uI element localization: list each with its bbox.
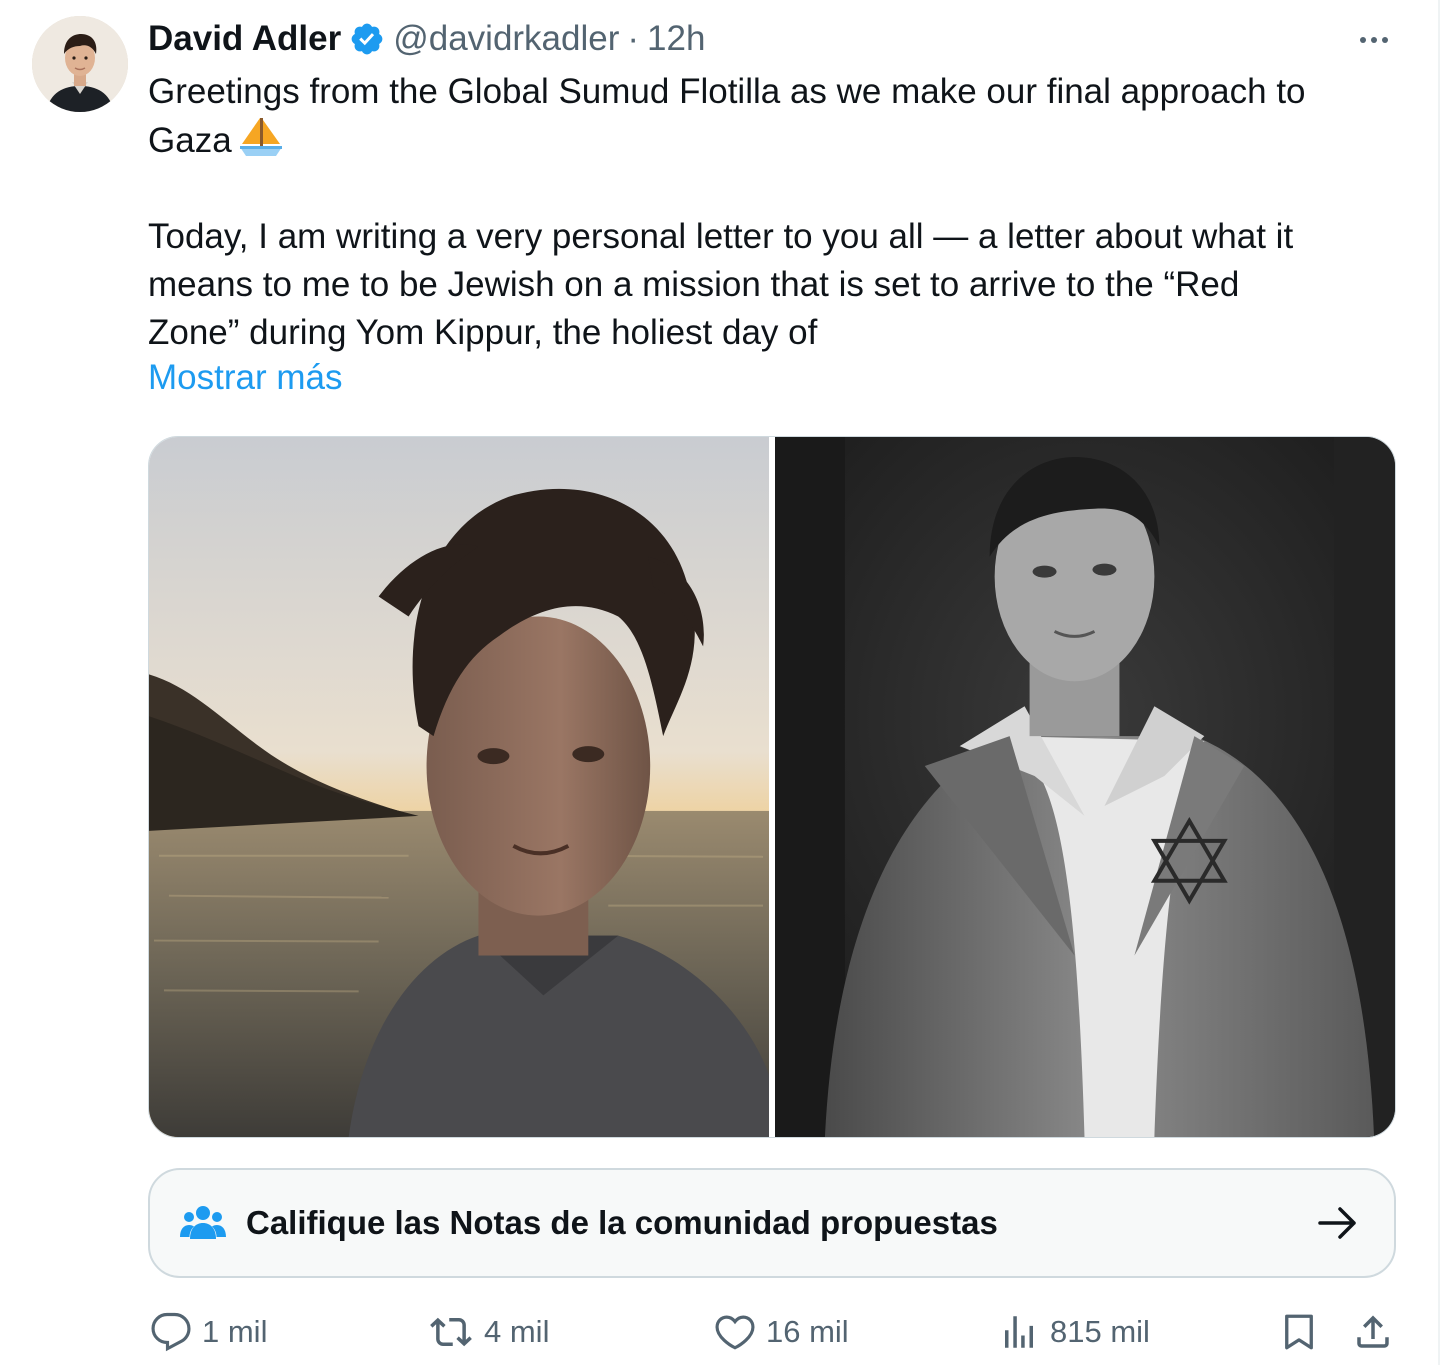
media-photo-selfie[interactable] — [149, 437, 769, 1137]
more-dots-icon[interactable] — [1352, 20, 1396, 60]
tweet-text: Greetings from the Global Sumud Flotilla… — [148, 68, 1408, 357]
sailboat-emoji-icon — [239, 118, 282, 156]
tweet-text-line: Zone” during Yom Kippur, the holiest day… — [148, 313, 818, 352]
reply-icon — [151, 1312, 191, 1352]
reply-count: 1 mil — [202, 1314, 268, 1349]
tweet-text-line: Greetings from the Global Sumud Flotilla… — [148, 72, 1306, 111]
dot-1 — [1360, 37, 1366, 43]
tweet-media-grid — [148, 436, 1396, 1138]
tweet-action-bar: 1 mil 4 mil 16 mil 815 mil — [148, 1300, 1396, 1364]
share-button[interactable] — [1352, 1308, 1394, 1356]
tweet-timestamp[interactable]: 12h — [647, 19, 705, 59]
tweet-text-line: Today, I am writing a very personal lett… — [148, 217, 1294, 256]
header-separator: · — [627, 19, 640, 58]
black-and-white-historical-photo — [775, 437, 1395, 1137]
reply-button[interactable]: 1 mil — [150, 1308, 267, 1356]
bookmark-icon — [1285, 1314, 1313, 1350]
share-icon — [1357, 1315, 1389, 1348]
author-handle[interactable]: @davidrkadler — [393, 19, 619, 59]
arrow-right-icon — [1318, 1207, 1356, 1239]
tweet-text-line: Gaza — [148, 121, 232, 160]
timeline-divider — [1438, 0, 1440, 1365]
people-icon — [180, 1206, 226, 1239]
views-count: 815 mil — [1050, 1314, 1150, 1349]
views-chart-icon — [1005, 1316, 1033, 1348]
dot-2 — [1371, 37, 1377, 43]
repost-count: 4 mil — [484, 1314, 550, 1349]
repost-button[interactable]: 4 mil — [428, 1308, 549, 1356]
avatar-image — [32, 16, 128, 112]
tweet-text-line-gaza: Gaza — [148, 116, 1408, 165]
verified-badge-icon — [351, 23, 383, 55]
selfie-sunset-photo — [149, 437, 769, 1137]
views-button[interactable]: 815 mil — [998, 1308, 1150, 1356]
heart-icon — [715, 1315, 755, 1350]
community-notes-card[interactable]: Califique las Notas de la comunidad prop… — [148, 1168, 1396, 1278]
author-display-name[interactable]: David Adler — [148, 19, 341, 59]
like-button[interactable]: 16 mil — [714, 1308, 849, 1356]
show-more-link[interactable]: Mostrar más — [148, 358, 342, 398]
tweet-header: David Adler @davidrkadler · 12h — [148, 14, 705, 64]
like-count: 16 mil — [766, 1314, 849, 1349]
bookmark-button[interactable] — [1278, 1308, 1320, 1356]
media-photo-historical[interactable] — [775, 437, 1395, 1137]
author-avatar[interactable] — [32, 16, 128, 112]
tweet-text-line: means to me to be Jewish on a mission th… — [148, 265, 1240, 304]
community-notes-label: Califique las Notas de la comunidad prop… — [246, 1204, 998, 1241]
dot-3 — [1382, 37, 1388, 43]
repost-icon — [430, 1317, 472, 1347]
